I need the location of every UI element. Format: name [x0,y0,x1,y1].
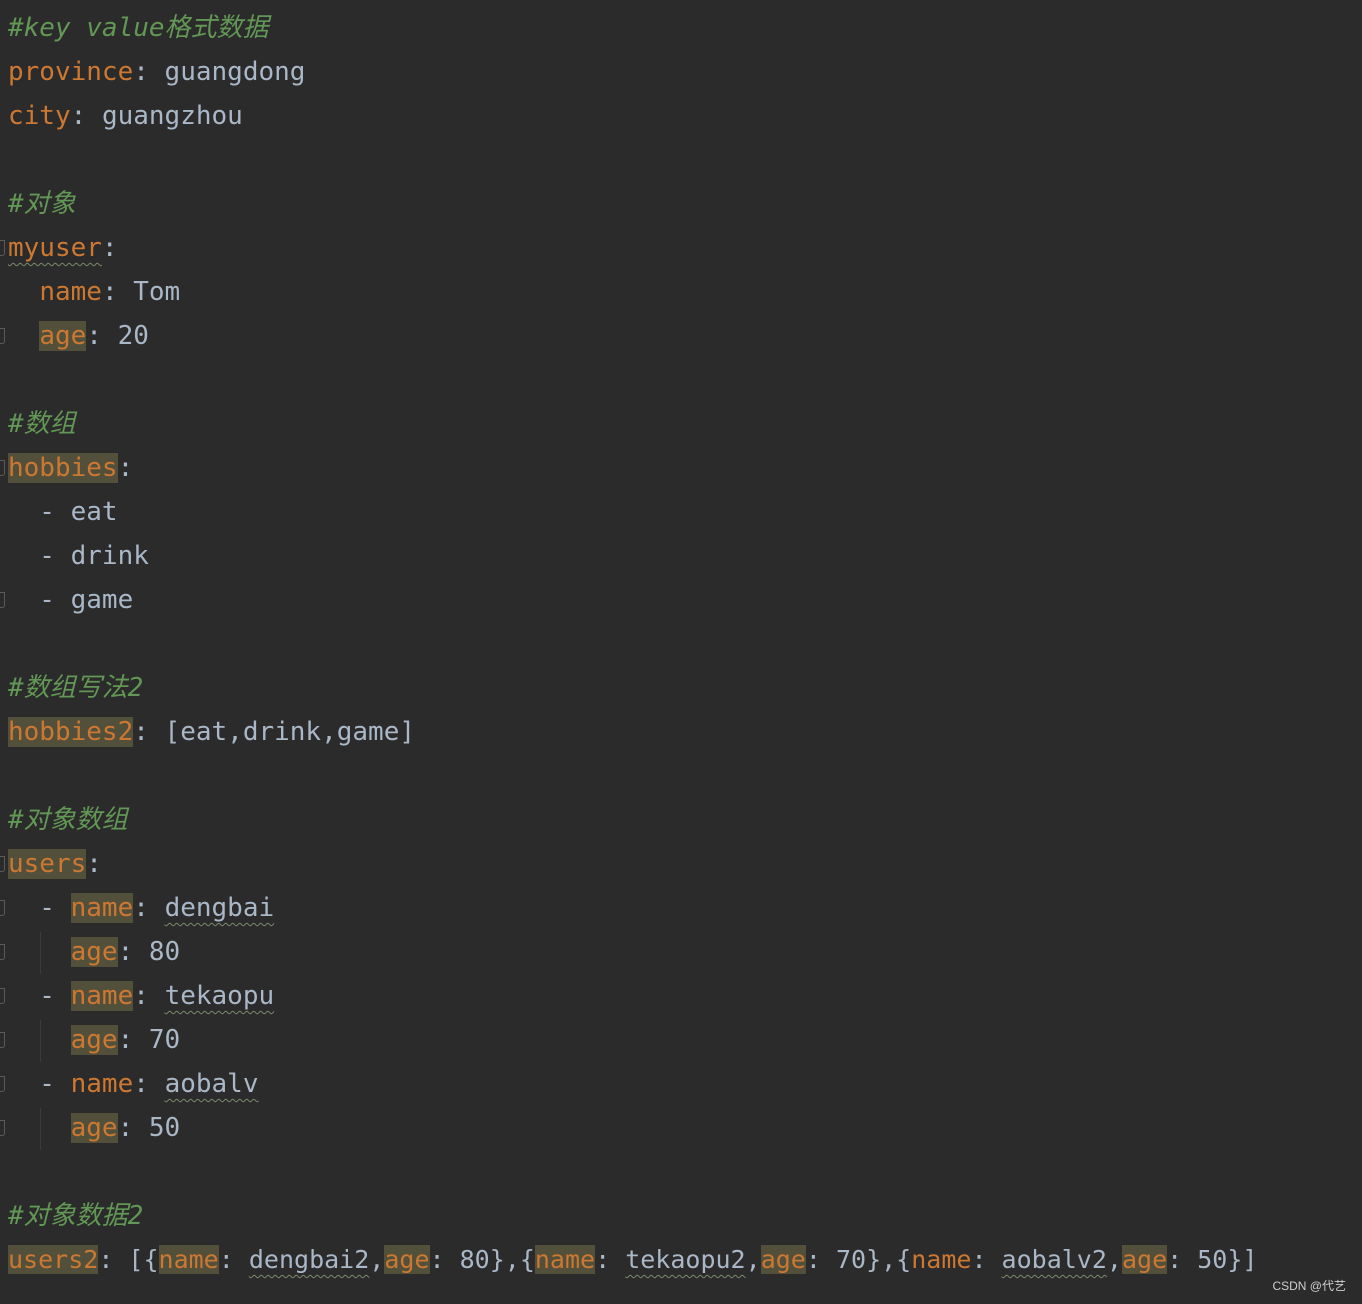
code-line: - eat [8,497,118,527]
code-line: age: 20 [39,321,149,351]
code-line: - name: aobalv [8,1069,259,1099]
code-line: #数组 [8,402,76,446]
yaml-key: users [8,849,87,879]
fold-icon[interactable] [0,460,5,476]
code-editor[interactable]: #key value格式数据 province: guangdong city:… [0,0,1362,1304]
code-line: #数组写法2 [8,666,143,710]
fold-icon[interactable] [0,988,5,1004]
code-line: - drink [8,541,149,571]
yaml-value: Tom [133,277,181,307]
fold-end-icon[interactable] [0,592,5,608]
fold-end-icon[interactable] [0,1032,5,1048]
yaml-value: 50 [1197,1245,1228,1274]
fold-icon[interactable] [0,856,5,872]
yaml-value: drink [70,541,149,571]
comment: #key value格式数据 [8,13,269,43]
yaml-key: name [39,277,102,307]
comment: #数组 [8,409,76,439]
code-line: #key value格式数据 [8,6,269,50]
yaml-key: age [70,1113,118,1143]
code-line: age: 70 [70,1025,181,1055]
yaml-key: myuser [8,233,102,263]
yaml-key: age [1121,1245,1168,1274]
code-line: myuser: [8,233,118,263]
code-line: province: guangdong [8,57,306,87]
fold-icon[interactable] [0,240,5,256]
fold-icon[interactable] [0,1076,5,1092]
code-line: #对象数据2 [8,1194,143,1238]
yaml-key: name [911,1245,972,1274]
code-line: users2: [{name: dengbai2,age: 80},{name:… [8,1245,1258,1274]
code-line: - name: dengbai [8,893,275,923]
comment: #对象数据2 [8,1201,144,1231]
yaml-key: hobbies [8,453,118,483]
yaml-key: age [70,1025,118,1055]
code-line: age: 50 [70,1113,181,1143]
fold-end-icon[interactable] [0,328,5,344]
yaml-value: guangdong [164,57,306,87]
yaml-key: name [70,893,134,923]
yaml-value: 20 [117,321,149,351]
yaml-value: tekaopu2 [625,1245,746,1274]
yaml-value: game [70,585,134,615]
yaml-key: users2 [8,1245,99,1274]
yaml-value: 80 [459,1245,490,1274]
yaml-value: eat [70,497,118,527]
yaml-key: age [70,937,118,967]
watermark: CSDN @代艺 [1272,1279,1346,1293]
code-line: age: 80 [70,937,181,967]
yaml-key: age [760,1245,806,1274]
yaml-key: name [534,1245,596,1274]
code-line: - game [8,585,134,615]
yaml-key: name [158,1245,219,1274]
yaml-value: 50 [148,1113,181,1143]
code-line: users: [8,849,102,879]
yaml-key: name [70,1069,134,1099]
yaml-key: name [70,981,134,1011]
comment: #数组写法2 [8,673,144,703]
yaml-value: dengbai [164,893,275,923]
yaml-value: guangzhou [101,101,243,131]
yaml-value: aobalv2 [1001,1245,1107,1274]
code-line: #对象数组 [8,798,128,842]
yaml-value: tekaopu [164,981,275,1011]
yaml-key: province [8,57,134,87]
yaml-value: dengbai2 [248,1245,370,1274]
code-line: hobbies2: [eat,drink,game] [8,717,415,747]
yaml-value: 70 [148,1025,181,1055]
fold-icon[interactable] [0,900,5,916]
yaml-value: [eat,drink,game] [164,717,415,747]
code-line: name: Tom [39,277,181,307]
fold-end-icon[interactable] [0,944,5,960]
code-line: city: guangzhou [8,101,243,131]
yaml-key: city [8,101,71,131]
code-line: - name: tekaopu [8,981,275,1011]
code-line: hobbies: [8,453,134,483]
yaml-key: age [384,1245,430,1274]
fold-end-icon[interactable] [0,1120,5,1136]
yaml-value: 80 [148,937,181,967]
comment: #对象 [8,189,76,219]
comment: #对象数组 [8,805,128,835]
yaml-value: 70 [835,1245,867,1274]
yaml-key: age [39,321,87,351]
code-line: #对象 [8,182,76,226]
yaml-key: hobbies2 [8,717,134,747]
yaml-value: aobalv [164,1069,259,1099]
